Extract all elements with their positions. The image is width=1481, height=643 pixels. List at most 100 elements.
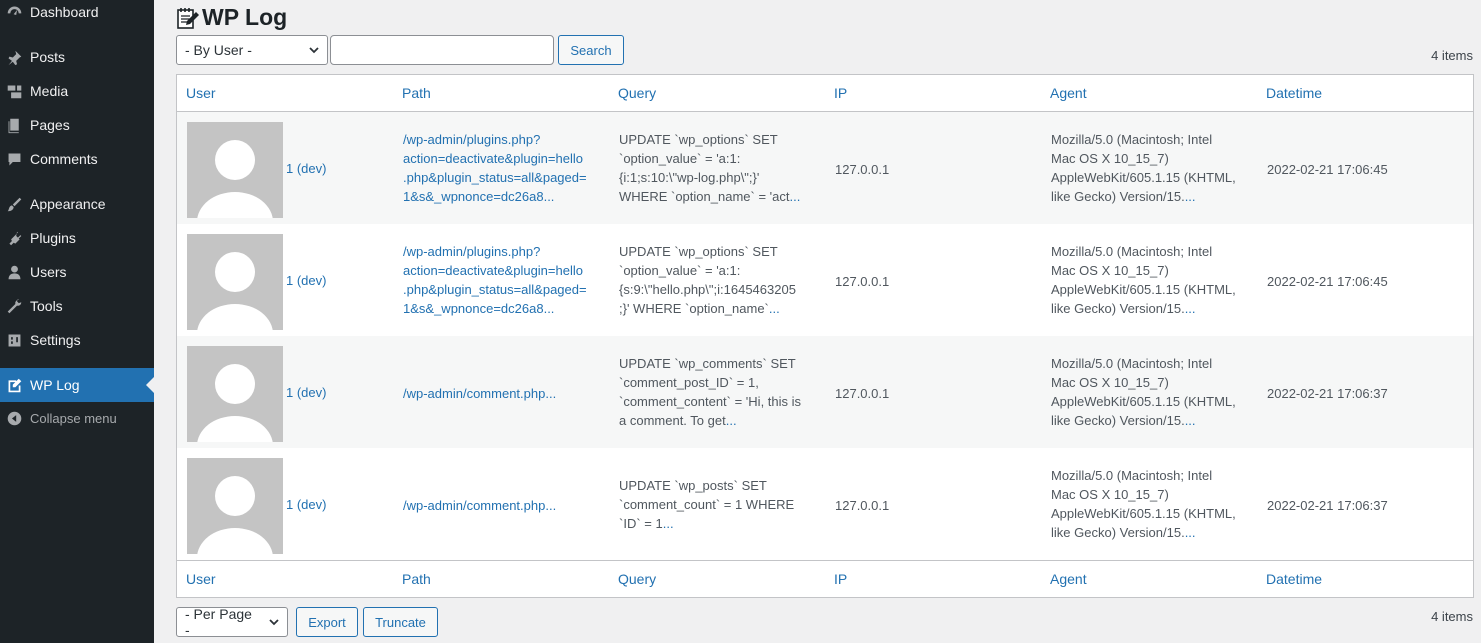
column-header-agent[interactable]: Agent [1050, 85, 1087, 101]
sidebar-item-settings[interactable]: Settings [0, 323, 154, 357]
media-icon [5, 82, 23, 100]
filter-select-value: - By User - [185, 42, 252, 58]
column-header-ip[interactable]: IP [834, 85, 847, 101]
per-page-select[interactable]: - Per Page - [176, 606, 288, 638]
agent-more-link[interactable]: ... [1185, 525, 1196, 540]
sidebar-item-label: Media [30, 83, 69, 99]
filter-by-user-select[interactable]: - By User - [176, 35, 328, 65]
avatar [187, 122, 283, 218]
user-link[interactable]: 1 (dev) [286, 271, 326, 290]
agent-line: Mac OS X 10_15_7) [1051, 487, 1169, 502]
sidebar-item-wp-log[interactable]: WP Log [0, 368, 154, 402]
agent-more-link[interactable]: ... [1185, 189, 1196, 204]
settings-icon [5, 331, 23, 349]
column-header-user[interactable]: User [186, 85, 216, 101]
agent-text: Mozilla/5.0 (Macintosh; Intel Mac OS X 1… [1051, 466, 1251, 542]
user-link[interactable]: 1 (dev) [286, 159, 326, 178]
sidebar-item-posts[interactable]: Posts [0, 40, 154, 74]
sidebar-item-users[interactable]: Users [0, 255, 154, 289]
ip-address: 127.0.0.1 [835, 386, 890, 401]
table-row: 1 (dev) /wp-admin/plugins.php? action=de… [177, 112, 1473, 224]
agent-line: like Gecko) Version/15. [1051, 189, 1185, 204]
path-line: /wp-admin/plugins.php? [403, 132, 541, 147]
avatar [187, 458, 283, 554]
agent-line: Mozilla/5.0 (Macintosh; Intel [1051, 468, 1213, 483]
query-line: {s:9:\"hello.php\";i:1645463205 [619, 282, 796, 297]
export-button[interactable]: Export [296, 607, 358, 637]
table-row: 1 (dev) /wp-admin/comment.php... UPDATE … [177, 448, 1473, 560]
table-row: 1 (dev) /wp-admin/comment.php... UPDATE … [177, 336, 1473, 448]
notepad-edit-icon [177, 7, 199, 29]
path-line: action=deactivate&plugin=hello [403, 151, 583, 166]
agent-text: Mozilla/5.0 (Macintosh; Intel Mac OS X 1… [1051, 354, 1251, 430]
agent-more-link[interactable]: ... [1185, 413, 1196, 428]
query-more-link[interactable]: ... [789, 189, 800, 204]
user-icon [5, 263, 23, 281]
column-footer-path[interactable]: Path [402, 571, 431, 587]
sidebar-item-pages[interactable]: Pages [0, 108, 154, 142]
agent-text: Mozilla/5.0 (Macintosh; Intel Mac OS X 1… [1051, 242, 1251, 318]
sidebar-item-label: Plugins [30, 230, 76, 246]
admin-sidebar: Dashboard Posts Media Pages Comments App… [0, 0, 154, 643]
sidebar-item-label: Appearance [30, 196, 106, 212]
avatar [187, 234, 283, 330]
agent-line: Mac OS X 10_15_7) [1051, 151, 1169, 166]
query-line: UPDATE `wp_options` SET [619, 244, 778, 259]
query-more-link[interactable]: ... [663, 516, 674, 531]
column-footer-query[interactable]: Query [618, 571, 656, 587]
query-more-link[interactable]: ... [726, 413, 737, 428]
ip-address: 127.0.0.1 [835, 498, 890, 513]
truncate-button[interactable]: Truncate [363, 607, 438, 637]
collapse-icon [5, 409, 23, 427]
path-line: 1&s&_wpnonce=dc26a8... [403, 189, 555, 204]
agent-line: AppleWebKit/605.1.15 (KHTML, [1051, 170, 1236, 185]
datetime: 2022-02-21 17:06:37 [1267, 386, 1388, 401]
pages-icon [5, 116, 23, 134]
sidebar-item-comments[interactable]: Comments [0, 142, 154, 176]
path-link[interactable]: /wp-admin/plugins.php? action=deactivate… [403, 130, 603, 206]
sidebar-item-plugins[interactable]: Plugins [0, 221, 154, 255]
query-text: UPDATE `wp_posts` SET `comment_count` = … [619, 476, 819, 533]
query-line: `comment_count` = 1 WHERE [619, 497, 795, 512]
column-header-path[interactable]: Path [402, 85, 431, 101]
pin-icon [5, 48, 23, 66]
sidebar-item-label: Settings [30, 332, 81, 348]
column-footer-ip[interactable]: IP [834, 571, 847, 587]
search-input[interactable] [330, 35, 554, 65]
sidebar-item-tools[interactable]: Tools [0, 289, 154, 323]
query-line: {i:1;s:10:\"wp-log.php\";}' [619, 170, 760, 185]
collapse-menu-button[interactable]: Collapse menu [0, 401, 154, 435]
ip-address: 127.0.0.1 [835, 274, 890, 289]
query-more-link[interactable]: ... [769, 301, 780, 316]
path-link[interactable]: /wp-admin/comment.php... [403, 384, 603, 403]
sidebar-item-media[interactable]: Media [0, 74, 154, 108]
path-line: action=deactivate&plugin=hello [403, 263, 583, 278]
datetime: 2022-02-21 17:06:45 [1267, 162, 1388, 177]
agent-line: like Gecko) Version/15. [1051, 301, 1185, 316]
path-line: .php&plugin_status=all&paged= [403, 282, 587, 297]
column-footer-agent[interactable]: Agent [1050, 571, 1087, 587]
sidebar-item-appearance[interactable]: Appearance [0, 187, 154, 221]
user-link[interactable]: 1 (dev) [286, 383, 326, 402]
agent-line: like Gecko) Version/15. [1051, 525, 1185, 540]
datetime: 2022-02-21 17:06:45 [1267, 274, 1388, 289]
sidebar-item-dashboard[interactable]: Dashboard [0, 0, 154, 29]
query-line: `comment_post_ID` = 1, [619, 375, 759, 390]
query-line: `option_value` = 'a:1: [619, 151, 741, 166]
path-line: /wp-admin/plugins.php? [403, 244, 541, 259]
collapse-menu-label: Collapse menu [30, 410, 117, 426]
column-footer-user[interactable]: User [186, 571, 216, 587]
query-text: UPDATE `wp_comments` SET `comment_post_I… [619, 354, 819, 430]
column-footer-datetime[interactable]: Datetime [1266, 571, 1322, 587]
path-link[interactable]: /wp-admin/plugins.php? action=deactivate… [403, 242, 603, 318]
agent-more-link[interactable]: ... [1185, 301, 1196, 316]
user-link[interactable]: 1 (dev) [286, 495, 326, 514]
sidebar-item-label: Pages [30, 117, 70, 133]
path-line: /wp-admin/comment.php... [403, 498, 557, 513]
path-link[interactable]: /wp-admin/comment.php... [403, 496, 603, 515]
chevron-down-icon [269, 619, 279, 626]
column-header-query[interactable]: Query [618, 85, 656, 101]
agent-line: like Gecko) Version/15. [1051, 413, 1185, 428]
column-header-datetime[interactable]: Datetime [1266, 85, 1322, 101]
search-button[interactable]: Search [558, 35, 624, 65]
